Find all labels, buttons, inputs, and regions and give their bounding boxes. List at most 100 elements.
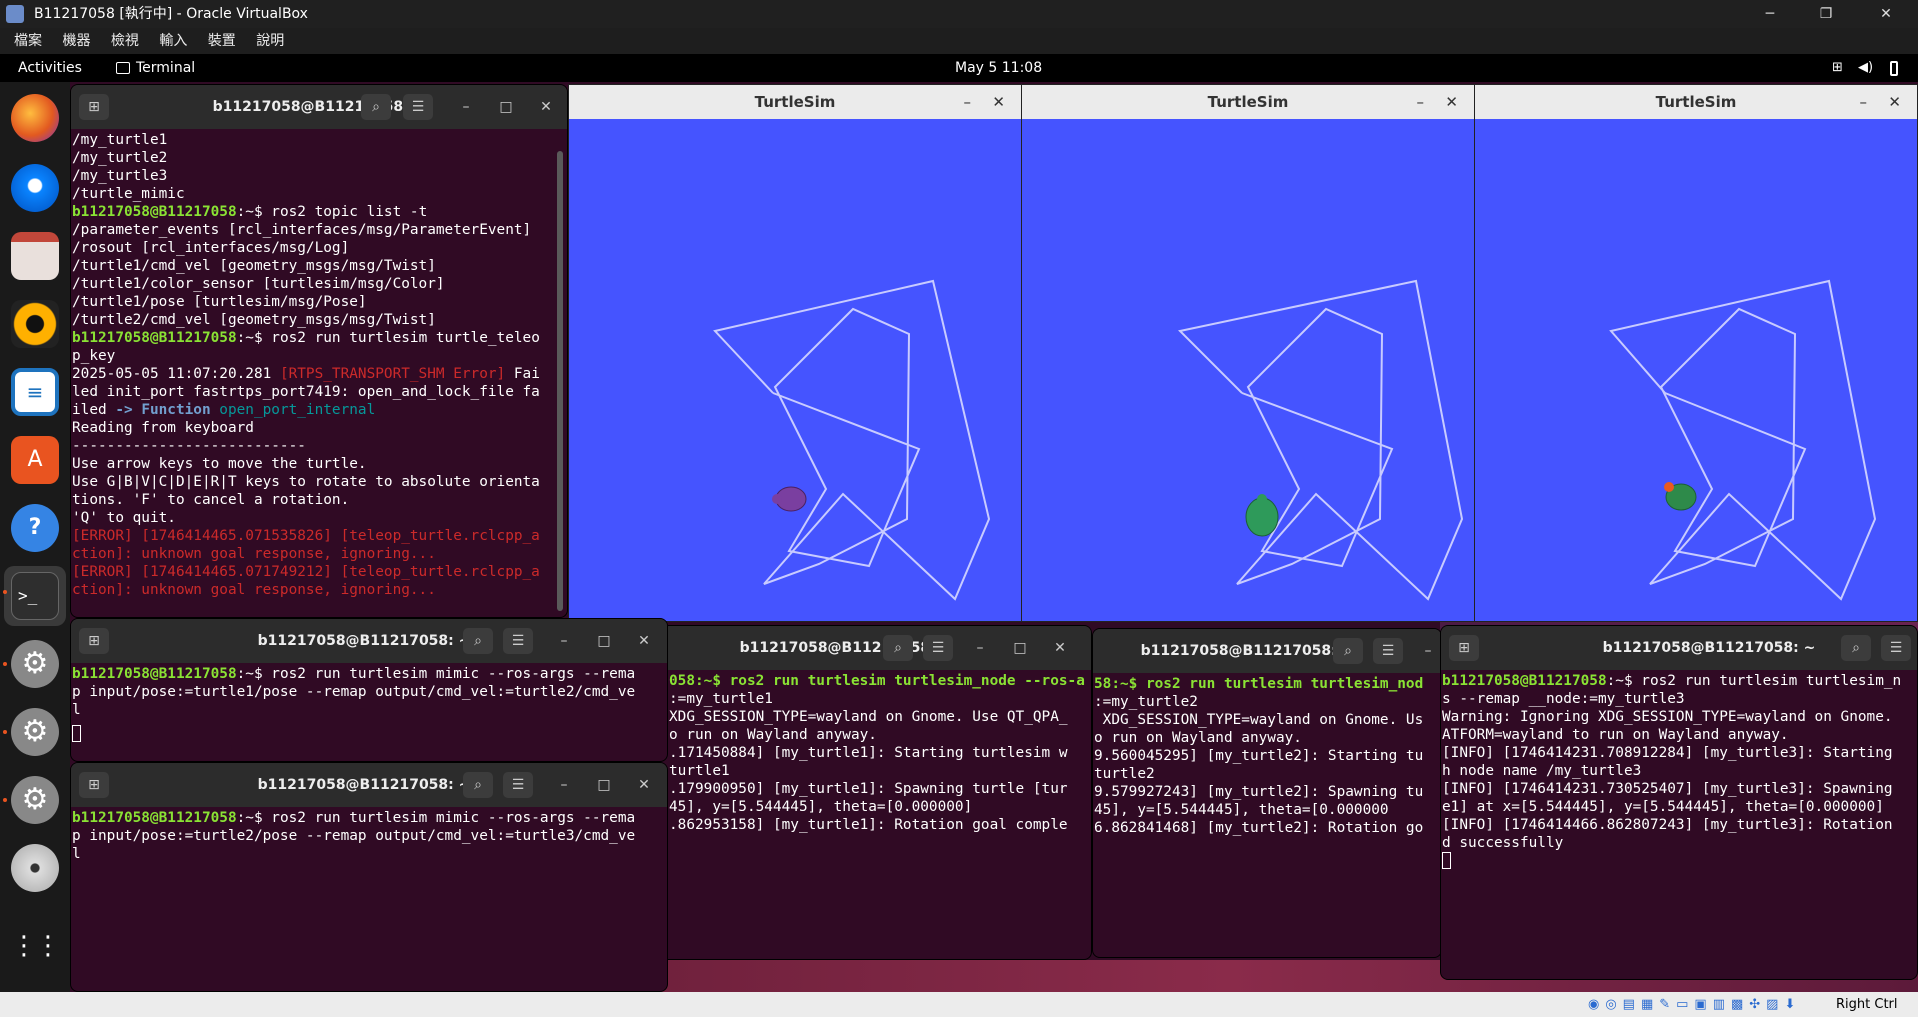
menu-icon[interactable]: ☰ bbox=[403, 94, 433, 120]
terminal-mimic-1[interactable]: ⊞ b11217058@B11217058: ~ ⌕ ☰ – □ ✕ b1121… bbox=[70, 618, 668, 762]
terminal-title: b11217058@B11217058: ~ bbox=[257, 777, 471, 793]
output-line: turtle2 bbox=[1094, 766, 1155, 782]
search-icon[interactable]: ⌕ bbox=[463, 772, 493, 798]
virtualbox-statusbar: ◉◎▤▦✎▭▣▥▩✣▨⬇ Right Ctrl bbox=[0, 992, 1918, 1017]
prompt: b11217058@B11217058 bbox=[72, 204, 237, 220]
maximize-button[interactable]: □ bbox=[491, 94, 521, 120]
search-icon[interactable]: ⌕ bbox=[1333, 638, 1363, 664]
terminal-icon[interactable]: >_ bbox=[11, 572, 59, 620]
settings-icon[interactable]: ⚙ bbox=[11, 708, 59, 756]
output-line: 9.560045295] [my_turtle2]: Starting tu bbox=[1094, 748, 1424, 764]
activities-button[interactable]: Activities bbox=[18, 54, 82, 82]
minimize-button[interactable]: – bbox=[1860, 85, 1868, 119]
menu-devices[interactable]: 裝置 bbox=[208, 33, 236, 49]
gnome-topbar: Activities Terminal May 5 11:08 ⊞ ◀) bbox=[0, 54, 1918, 82]
app-menu[interactable]: Terminal bbox=[136, 54, 195, 82]
writer-icon[interactable]: ≡ bbox=[11, 368, 59, 416]
menu-machine[interactable]: 機器 bbox=[62, 33, 90, 49]
minimize-button[interactable]: – bbox=[1417, 85, 1425, 119]
terminal-node-1[interactable]: b11217058@B11217058: ~ ⌕ ☰ – □ ✕ 058:~$ … bbox=[660, 625, 1092, 960]
rhythmbox-icon[interactable] bbox=[11, 300, 59, 348]
maximize-button[interactable]: ❐ bbox=[1798, 0, 1854, 28]
minimize-button[interactable]: – bbox=[964, 85, 972, 119]
settings-icon[interactable]: ⚙ bbox=[11, 640, 59, 688]
close-button[interactable]: ✕ bbox=[1858, 0, 1914, 28]
minimize-button[interactable]: ─ bbox=[1742, 0, 1798, 28]
close-button[interactable]: ✕ bbox=[1045, 635, 1075, 661]
search-icon[interactable]: ⌕ bbox=[361, 94, 391, 120]
help-icon[interactable]: ? bbox=[11, 504, 59, 552]
firefox-icon[interactable] bbox=[11, 94, 59, 142]
terminal-output: b11217058@B11217058:~$ ros2 run turtlesi… bbox=[71, 807, 667, 863]
output-line: l bbox=[72, 702, 81, 718]
menu-icon[interactable]: ☰ bbox=[1373, 638, 1403, 664]
terminal-title: b11217058@B11217058: ~ bbox=[1602, 640, 1816, 656]
terminal-node-3[interactable]: ⊞ b11217058@B11217058: ~ ⌕ ☰ b11217058@B… bbox=[1440, 625, 1918, 980]
battery-icon[interactable] bbox=[1890, 61, 1898, 76]
app-grid-icon[interactable]: ⋮⋮⋮ bbox=[11, 922, 85, 970]
output-line: /turtle1/cmd_vel [geometry_msgs/msg/Twis… bbox=[72, 258, 436, 274]
terminal-cursor bbox=[1442, 852, 1451, 869]
terminal-node-2[interactable]: b11217058@B11217058: ~ ⌕ ☰ – 58:~$ ros2 … bbox=[1092, 628, 1442, 958]
turtlesim-titlebar: TurtleSim – ✕ bbox=[1022, 85, 1474, 119]
close-button[interactable]: ✕ bbox=[1888, 85, 1901, 119]
menu-view[interactable]: 檢視 bbox=[111, 33, 139, 49]
new-tab-icon[interactable]: ⊞ bbox=[79, 772, 109, 798]
close-button[interactable]: ✕ bbox=[629, 628, 659, 654]
new-tab-icon[interactable]: ⊞ bbox=[1449, 635, 1479, 661]
error-line: ction]: unknown goal response, ignoring.… bbox=[72, 582, 436, 598]
output-text: iled bbox=[72, 402, 116, 418]
terminal-mimic-2[interactable]: ⊞ b11217058@B11217058: ~ ⌕ ☰ – □ ✕ b1121… bbox=[70, 762, 668, 992]
terminal-title: b11217058@B11217058: ~ bbox=[1140, 643, 1354, 659]
turtlesim-canvas bbox=[1609, 279, 1877, 601]
network-icon[interactable]: ⊞ bbox=[1832, 54, 1843, 82]
menu-icon[interactable]: ☰ bbox=[503, 772, 533, 798]
close-button[interactable]: ✕ bbox=[1445, 85, 1458, 119]
menu-icon[interactable]: ☰ bbox=[1881, 635, 1911, 661]
menu-file[interactable]: 檔案 bbox=[14, 33, 42, 49]
minimize-button[interactable]: – bbox=[549, 628, 579, 654]
new-tab-icon[interactable]: ⊞ bbox=[79, 94, 109, 120]
minimize-button[interactable]: – bbox=[965, 635, 995, 661]
search-icon[interactable]: ⌕ bbox=[463, 628, 493, 654]
minimize-button[interactable]: – bbox=[549, 772, 579, 798]
running-indicator bbox=[3, 662, 7, 666]
clock[interactable]: May 5 11:08 bbox=[955, 54, 1042, 82]
terminal-output: /my_turtle1/my_turtle2/my_turtle3/turtle… bbox=[71, 129, 567, 599]
close-button[interactable]: ✕ bbox=[992, 85, 1005, 119]
terminal-output: 58:~$ ros2 run turtlesim turtlesim_nod:=… bbox=[1093, 673, 1441, 837]
search-icon[interactable]: ⌕ bbox=[1841, 635, 1871, 661]
maximize-button[interactable]: □ bbox=[589, 772, 619, 798]
volume-icon[interactable]: ◀) bbox=[1858, 54, 1873, 82]
terminal-title: b11217058@B11217058: ~ bbox=[739, 640, 953, 656]
search-icon[interactable]: ⌕ bbox=[883, 635, 913, 661]
software-icon[interactable]: A bbox=[11, 436, 59, 484]
menu-help[interactable]: 說明 bbox=[256, 33, 284, 49]
scrollbar[interactable] bbox=[557, 151, 563, 611]
dvd-icon[interactable] bbox=[11, 844, 59, 892]
maximize-button[interactable]: □ bbox=[1005, 635, 1035, 661]
window-title: B11217058 [執行中] - Oracle VirtualBox bbox=[34, 6, 308, 22]
terminal-output: 058:~$ ros2 run turtlesim turtlesim_node… bbox=[661, 670, 1091, 834]
menu-icon[interactable]: ☰ bbox=[503, 628, 533, 654]
menu-icon[interactable]: ☰ bbox=[923, 635, 953, 661]
minimize-button[interactable]: – bbox=[1413, 638, 1441, 664]
menu-input[interactable]: 輸入 bbox=[159, 33, 187, 49]
thunderbird-icon[interactable] bbox=[11, 164, 59, 212]
settings-icon[interactable]: ⚙ bbox=[11, 776, 59, 824]
minimize-button[interactable]: – bbox=[451, 94, 481, 120]
output-line: Use arrow keys to move the turtle. bbox=[72, 456, 367, 472]
device-status-icons[interactable]: ◉◎▤▦✎▭▣▥▩✣▨⬇ bbox=[1588, 992, 1801, 1017]
terminal-main[interactable]: ⊞ b11217058@B11217058: ~ ⌕ ☰ – □ ✕ /my_t… bbox=[70, 84, 568, 618]
virtualbox-logo-icon bbox=[6, 5, 24, 23]
output-line: /my_turtle3 bbox=[72, 168, 168, 184]
maximize-button[interactable]: □ bbox=[589, 628, 619, 654]
close-button[interactable]: ✕ bbox=[629, 772, 659, 798]
output-line: 45], y=[5.544445], theta=[0.000000] bbox=[669, 799, 973, 815]
files-icon[interactable] bbox=[11, 232, 59, 280]
virtualbox-titlebar: B11217058 [執行中] - Oracle VirtualBox bbox=[0, 0, 1918, 28]
running-indicator bbox=[3, 798, 7, 802]
running-indicator bbox=[3, 590, 7, 594]
close-button[interactable]: ✕ bbox=[531, 94, 561, 120]
new-tab-icon[interactable]: ⊞ bbox=[79, 628, 109, 654]
